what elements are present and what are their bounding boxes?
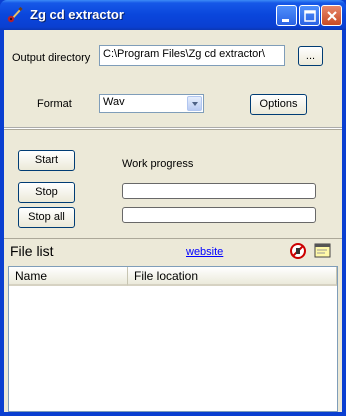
window-title: Zg cd extractor bbox=[30, 7, 124, 22]
close-button[interactable] bbox=[321, 5, 342, 26]
maximize-button[interactable] bbox=[299, 5, 320, 26]
chevron-down-icon[interactable] bbox=[187, 96, 202, 111]
title-bar[interactable]: Zg cd extractor bbox=[0, 0, 346, 30]
format-value: Wav bbox=[103, 96, 125, 108]
note-icon[interactable] bbox=[314, 242, 331, 259]
output-directory-label: Output directory bbox=[12, 52, 91, 64]
client-area: Output directory C:\Program Files\Zg cd … bbox=[4, 30, 342, 412]
maximize-icon bbox=[304, 10, 316, 22]
browse-button[interactable]: ... bbox=[298, 46, 323, 66]
start-button[interactable]: Start bbox=[18, 150, 75, 171]
progress-bar-2 bbox=[122, 207, 316, 223]
format-label: Format bbox=[37, 98, 72, 110]
settings-panel: Output directory C:\Program Files\Zg cd … bbox=[4, 30, 342, 129]
actions-panel: Start Work progress Stop Stop all bbox=[4, 133, 342, 239]
file-list-table[interactable]: Name File location bbox=[8, 266, 338, 412]
website-link[interactable]: website bbox=[186, 246, 223, 258]
minimize-icon bbox=[282, 19, 289, 22]
app-window: Zg cd extractor Output directory C:\Prog… bbox=[0, 0, 346, 416]
stop-all-button[interactable]: Stop all bbox=[18, 207, 75, 228]
guitar-icon[interactable] bbox=[6, 6, 24, 24]
progress-bar-1 bbox=[122, 183, 316, 199]
file-list-header: File list website bbox=[4, 239, 342, 263]
work-progress-label: Work progress bbox=[122, 158, 194, 170]
format-select[interactable]: Wav bbox=[99, 94, 204, 113]
close-icon bbox=[327, 11, 337, 21]
column-header-name[interactable]: Name bbox=[9, 267, 128, 286]
column-header-file-location[interactable]: File location bbox=[128, 267, 337, 286]
options-button[interactable]: Options bbox=[250, 94, 307, 115]
minimize-button[interactable] bbox=[276, 5, 297, 26]
file-list-title: File list bbox=[10, 243, 54, 259]
output-directory-field[interactable]: C:\Program Files\Zg cd extractor\ bbox=[99, 45, 285, 66]
remove-icon[interactable] bbox=[290, 243, 306, 259]
stop-button[interactable]: Stop bbox=[18, 182, 75, 203]
